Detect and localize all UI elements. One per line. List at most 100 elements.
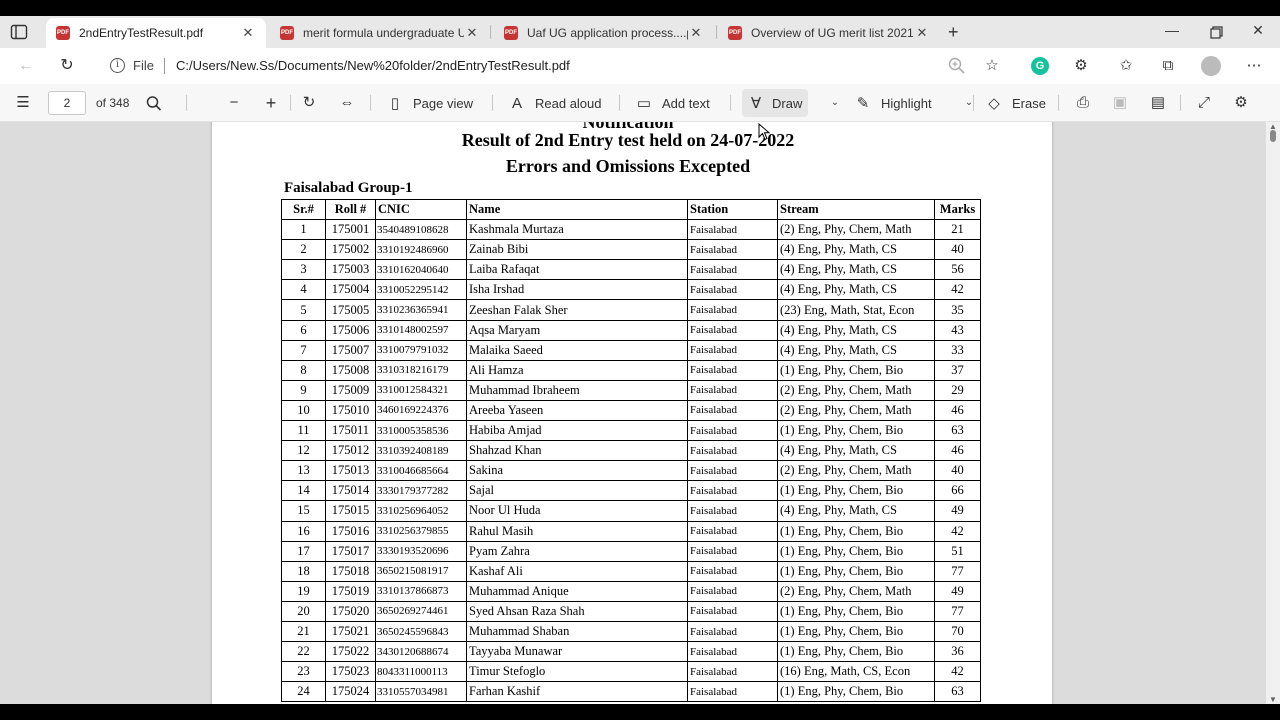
close-icon[interactable]: ✕ [688, 25, 704, 41]
table-row: 13 175013 3310046685664 Sakina Faisalabad (2)… [281, 460, 981, 482]
name-cell: Muhammad Ibraheem [466, 379, 688, 401]
zoom-icon[interactable] [947, 56, 967, 76]
zoom-out-icon[interactable]: − [224, 93, 244, 113]
favorites-icon[interactable]: ✩ [1116, 56, 1136, 76]
station-cell: Faisalabad [687, 520, 778, 542]
stream-cell: (1) Eng, Phy, Chem, Bio [777, 681, 935, 703]
scroll-down-icon[interactable]: ▼ [1269, 695, 1277, 704]
page-title: Result of 2nd Entry test held on 24-07-2… [461, 130, 795, 150]
page-number-input[interactable]: 2 [48, 91, 86, 115]
stream-cell: (4) Eng, Phy, Math, CS [777, 259, 935, 281]
chevron-down-icon[interactable]: ⌄ [828, 93, 842, 113]
cnic-cell: 3310192486960 [375, 239, 467, 261]
read-aloud-label: Read aloud [535, 95, 602, 111]
cnic-cell: 3310079791032 [375, 339, 467, 361]
col-header-name: Name [466, 198, 688, 221]
close-icon[interactable]: ✕ [914, 25, 930, 41]
rotate-icon[interactable]: ↻ [299, 93, 319, 113]
profile-icon[interactable] [1201, 56, 1221, 76]
table-row: 15 175015 3310256964052 Noor Ul Huda Faisala… [281, 500, 981, 522]
pdf-viewport[interactable]: Notification Result of 2nd Entry test he… [0, 122, 1280, 704]
roll-cell: 175013 [325, 460, 376, 482]
minimize-icon[interactable]: — [1162, 22, 1182, 38]
draw-button[interactable]: ∀ Draw [742, 89, 809, 117]
zoom-in-icon[interactable]: + [261, 93, 281, 113]
erase-label: Erase [1012, 95, 1046, 111]
sr-cell: 2 [281, 239, 326, 261]
marks-cell: 46 [934, 399, 981, 422]
tab-merit-formula[interactable]: PDF merit formula undergraduate UAF ✕ [270, 18, 490, 48]
table-header-row: Sr.# Roll # CNIC Name Station Stream Mar… [281, 198, 981, 221]
mouse-cursor-icon [758, 123, 770, 141]
tab-2ndentrytestresult[interactable]: PDF 2ndEntryTestResult.pdf ✕ [46, 18, 266, 48]
sr-cell: 17 [281, 540, 326, 562]
roll-cell: 175017 [325, 540, 376, 562]
close-icon[interactable]: ✕ [240, 25, 256, 41]
save-as-icon[interactable]: ▤ [1148, 93, 1168, 113]
station-cell: Faisalabad [687, 641, 778, 663]
erase-button[interactable]: ◇ Erase [986, 93, 1046, 113]
marks-cell: 56 [934, 259, 981, 281]
roll-cell: 175007 [325, 339, 376, 361]
read-aloud-button[interactable]: A Read aloud [509, 93, 602, 113]
tab-uaf-application[interactable]: PDF Uaf UG application process....pdf ✕ [494, 18, 714, 48]
table-row: 19 175019 3310137866873 Muhammad Anique Fais… [281, 580, 981, 602]
roll-cell: 175014 [325, 480, 376, 502]
table-row: 6 175006 3310148002597 Aqsa Maryam Faisalaba… [281, 319, 981, 341]
tab-strip: PDF 2ndEntryTestResult.pdf ✕ PDF merit f… [0, 16, 1280, 48]
station-cell: Faisalabad [687, 600, 778, 622]
marks-cell: 35 [934, 299, 981, 321]
toolbar-divider [186, 95, 187, 111]
favorite-add-icon[interactable]: ☆ [982, 56, 1002, 76]
url-box[interactable]: i File C:/Users/New.Ss/Documents/New%20f… [100, 52, 1020, 80]
more-icon[interactable]: ⋯ [1244, 56, 1264, 76]
fit-width-icon[interactable]: ⇔ [337, 93, 357, 113]
cnic-cell: 3310256379855 [375, 520, 467, 542]
contents-icon[interactable]: ☰ [13, 93, 33, 113]
refresh-icon[interactable]: ↻ [57, 56, 77, 76]
tab-divider [716, 25, 717, 39]
fullscreen-icon[interactable]: ⤢ [1194, 93, 1214, 113]
station-cell: Faisalabad [687, 219, 778, 241]
highlight-button[interactable]: ✎ Highlight [855, 93, 932, 113]
file-label: File [133, 58, 154, 73]
stream-cell: (1) Eng, Phy, Chem, Bio [777, 641, 935, 663]
stream-cell: (1) Eng, Phy, Chem, Bio [777, 600, 935, 622]
add-text-button[interactable]: ▭ Add text [636, 93, 710, 113]
save-icon[interactable]: ▣ [1110, 93, 1130, 113]
page-view-button[interactable]: ▯ Page view [387, 93, 473, 113]
tab-title: Overview of UG merit list 2021.p [751, 26, 914, 40]
url-text[interactable]: C:/Users/New.Ss/Documents/New%20folder/2… [176, 58, 570, 73]
extensions-icon[interactable]: ⚙ [1071, 56, 1091, 76]
station-cell: Faisalabad [687, 560, 778, 582]
name-cell: Muhammad Anique [466, 580, 688, 602]
close-icon[interactable]: ✕ [464, 25, 480, 41]
settings-icon[interactable]: ⚙ [1231, 93, 1251, 113]
marks-cell: 40 [934, 239, 981, 261]
pdf-icon: PDF [56, 26, 70, 40]
search-icon[interactable] [145, 93, 163, 113]
cnic-cell: 3310162040640 [375, 259, 467, 281]
print-icon[interactable]: ⎙ [1073, 93, 1093, 113]
scroll-thumb[interactable] [1270, 130, 1276, 142]
tab-overview-merit[interactable]: PDF Overview of UG merit list 2021.p ✕ [718, 18, 940, 48]
scrollbar[interactable]: ▲ ▼ [1266, 122, 1280, 704]
table-row: 17 175017 3330193520696 Pyam Zahra Faisalaba… [281, 540, 981, 562]
close-window-icon[interactable]: ✕ [1248, 22, 1268, 39]
restore-icon[interactable] [1206, 26, 1226, 40]
info-icon[interactable]: i [110, 58, 125, 73]
station-cell: Faisalabad [687, 239, 778, 261]
cnic-cell: 8043311000113 [375, 661, 467, 683]
roll-cell: 175004 [325, 279, 376, 301]
grammarly-icon[interactable]: G [1031, 57, 1049, 75]
table-row: 9 175009 3310012584321 Muhammad Ibraheem Fai… [281, 379, 981, 401]
name-cell: Zainab Bibi [466, 239, 688, 261]
stream-cell: (2) Eng, Phy, Chem, Math [777, 379, 935, 401]
collections-icon[interactable]: ⧉ [1158, 56, 1178, 76]
back-icon[interactable]: ← [16, 56, 36, 76]
tab-actions-icon[interactable] [10, 24, 28, 40]
marks-cell: 51 [934, 540, 981, 562]
plus-icon[interactable]: + [948, 22, 959, 42]
sr-cell: 20 [281, 600, 326, 622]
cnic-cell: 3310392408189 [375, 440, 467, 462]
